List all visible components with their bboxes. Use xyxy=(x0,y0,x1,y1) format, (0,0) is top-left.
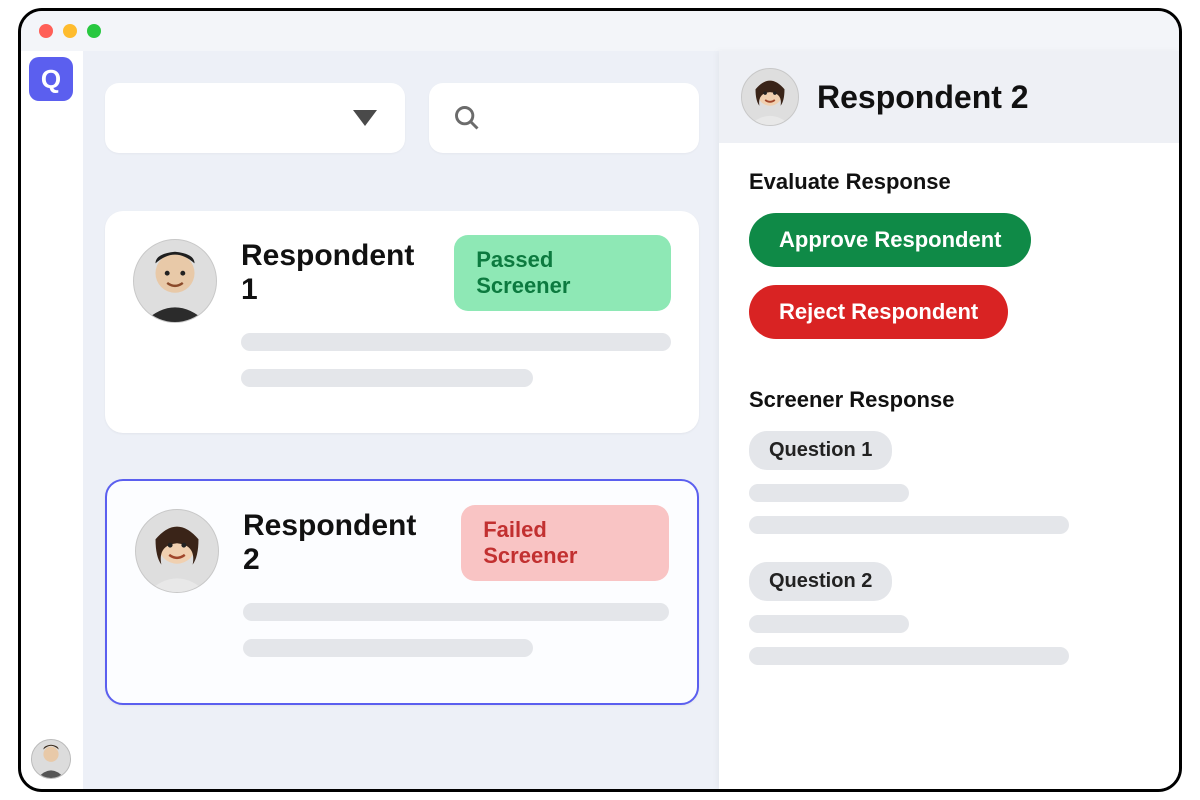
person-icon xyxy=(742,69,798,125)
card-body: Respondent 2 Failed Screener xyxy=(243,505,669,675)
chevron-down-icon xyxy=(353,110,377,126)
person-icon xyxy=(136,510,218,592)
placeholder-line xyxy=(243,603,669,621)
avatar xyxy=(741,68,799,126)
placeholder-line xyxy=(241,369,533,387)
placeholder-line xyxy=(749,484,909,502)
approve-button-label: Approve Respondent xyxy=(779,227,1001,253)
screener-heading: Screener Response xyxy=(749,387,1149,413)
respondent-card[interactable]: Respondent 1 Passed Screener xyxy=(105,211,699,433)
reject-button[interactable]: Reject Respondent xyxy=(749,285,1008,339)
panel-title: Respondent 2 xyxy=(817,79,1029,116)
current-user-avatar[interactable] xyxy=(31,739,71,779)
respondent-name: Respondent 2 xyxy=(243,509,441,577)
card-header: Respondent 2 Failed Screener xyxy=(243,505,669,581)
side-rail: Q xyxy=(21,51,83,789)
placeholder-line xyxy=(749,647,1069,665)
question-label: Question 2 xyxy=(749,562,892,601)
window-maximize-button[interactable] xyxy=(87,24,101,38)
app-window: Q xyxy=(18,8,1182,792)
placeholder-line xyxy=(749,516,1069,534)
question-block: Question 2 xyxy=(749,562,1149,665)
respondent-name: Respondent 1 xyxy=(241,239,434,307)
app-logo[interactable]: Q xyxy=(29,57,73,101)
respondent-card[interactable]: Respondent 2 Failed Screener xyxy=(105,479,699,705)
window-minimize-button[interactable] xyxy=(63,24,77,38)
panel-header: Respondent 2 xyxy=(719,51,1179,143)
window-titlebar xyxy=(21,11,1179,51)
search-input[interactable] xyxy=(429,83,699,153)
avatar xyxy=(135,509,219,593)
question-label: Question 1 xyxy=(749,431,892,470)
avatar xyxy=(133,239,217,323)
placeholder-line xyxy=(749,615,909,633)
search-icon xyxy=(453,104,481,132)
person-icon xyxy=(32,740,70,778)
card-body: Respondent 1 Passed Screener xyxy=(241,235,671,405)
toolbar xyxy=(105,83,699,153)
placeholder-line xyxy=(243,639,533,657)
detail-panel: Respondent 2 Evaluate Response Approve R… xyxy=(719,51,1179,789)
main-area: Respondent 1 Passed Screener xyxy=(83,51,1179,789)
approve-button[interactable]: Approve Respondent xyxy=(749,213,1031,267)
reject-button-label: Reject Respondent xyxy=(779,299,978,325)
respondent-list: Respondent 1 Passed Screener xyxy=(105,211,699,751)
person-icon xyxy=(134,240,216,322)
filter-dropdown[interactable] xyxy=(105,83,405,153)
status-badge: Passed Screener xyxy=(454,235,671,311)
app-body: Q xyxy=(21,51,1179,789)
window-close-button[interactable] xyxy=(39,24,53,38)
question-block: Question 1 xyxy=(749,431,1149,534)
placeholder-line xyxy=(241,333,671,351)
panel-body: Evaluate Response Approve Respondent Rej… xyxy=(719,143,1179,719)
card-header: Respondent 1 Passed Screener xyxy=(241,235,671,311)
evaluate-heading: Evaluate Response xyxy=(749,169,1149,195)
status-badge: Failed Screener xyxy=(461,505,669,581)
app-logo-letter: Q xyxy=(41,64,61,95)
